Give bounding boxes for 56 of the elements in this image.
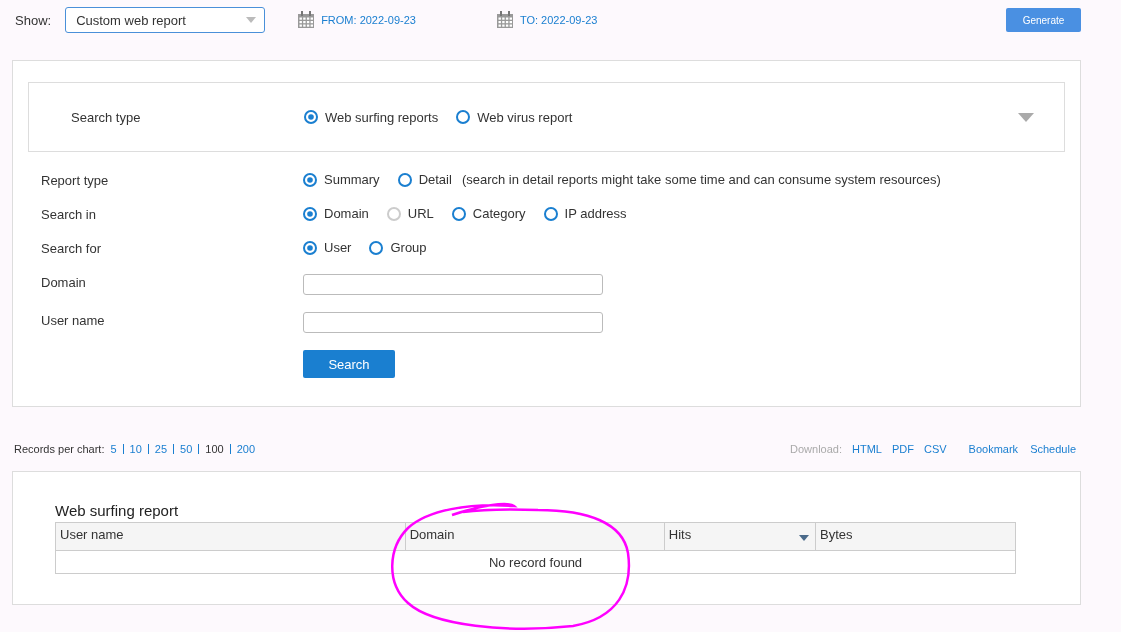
radio-button[interactable] [543, 206, 558, 221]
records-option-link[interactable]: 10 [129, 443, 142, 455]
calendar-icon[interactable] [495, 11, 514, 29]
field-label: Search in [41, 206, 97, 222]
search-button[interactable]: Search [303, 350, 395, 378]
radio-label[interactable]: IP address [564, 206, 627, 221]
radio-button[interactable] [303, 240, 317, 255]
caret-icon [246, 17, 257, 23]
radio-label[interactable]: Summary [324, 172, 380, 187]
radio-label[interactable]: User [324, 240, 352, 255]
records-option-link[interactable]: 200 [236, 443, 256, 455]
radio-button[interactable] [397, 172, 412, 187]
sort-icon[interactable] [799, 535, 809, 541]
input-field[interactable] [303, 274, 603, 295]
radio-button[interactable] [303, 172, 317, 187]
field-label: Search type [71, 109, 142, 125]
field-label: Search for [41, 240, 102, 256]
download-label: Download: [790, 443, 842, 455]
column-header[interactable]: Bytes [815, 522, 1016, 551]
records-label: Records per chart: [14, 443, 105, 455]
radio-button[interactable] [369, 240, 384, 255]
radio-label[interactable]: Web virus report [477, 109, 573, 125]
input-field[interactable] [303, 312, 603, 333]
download-link[interactable]: CSV [923, 443, 947, 455]
report-title: Web surfing report [55, 502, 180, 519]
radio-button[interactable] [303, 206, 317, 221]
field-label: Report type [41, 172, 110, 188]
action-link[interactable]: Schedule [1030, 443, 1076, 455]
records-option-link[interactable]: 100 [205, 443, 224, 455]
column-header[interactable]: User name [55, 522, 406, 551]
radio-button[interactable] [456, 110, 471, 124]
field-label: User name [41, 312, 106, 328]
records-option-link[interactable]: 25 [154, 443, 168, 455]
empty-message: No record found [55, 550, 1016, 574]
column-header[interactable]: Domain [405, 522, 665, 551]
to-date-link[interactable]: TO: 2022-09-23 [519, 14, 598, 26]
records-option-link[interactable]: 50 [180, 443, 193, 455]
from-date-link[interactable]: FROM: 2022-09-23 [321, 14, 416, 26]
hint-text: (search in detail reports might take some time and can consume system resources) [461, 172, 941, 187]
radio-label[interactable]: Group [390, 240, 427, 255]
radio-label[interactable]: Category [472, 206, 526, 221]
report-dropdown[interactable]: Custom web report [65, 7, 266, 33]
radio-button[interactable] [304, 110, 318, 124]
expand-icon[interactable] [1018, 112, 1034, 122]
radio-label[interactable]: Web surfing reports [325, 109, 439, 125]
records-option-link[interactable]: 5 [110, 443, 117, 455]
radio-button[interactable] [451, 206, 466, 221]
action-link[interactable]: Bookmark [968, 443, 1019, 455]
show-label: Show: [15, 12, 52, 28]
radio-label[interactable]: Domain [324, 206, 369, 221]
download-link[interactable]: PDF [891, 443, 914, 455]
field-label: Domain [41, 274, 87, 290]
radio-label[interactable]: Detail [418, 172, 452, 187]
column-header[interactable]: Hits [664, 522, 816, 551]
calendar-icon[interactable] [297, 11, 316, 29]
download-link[interactable]: HTML [852, 443, 882, 455]
